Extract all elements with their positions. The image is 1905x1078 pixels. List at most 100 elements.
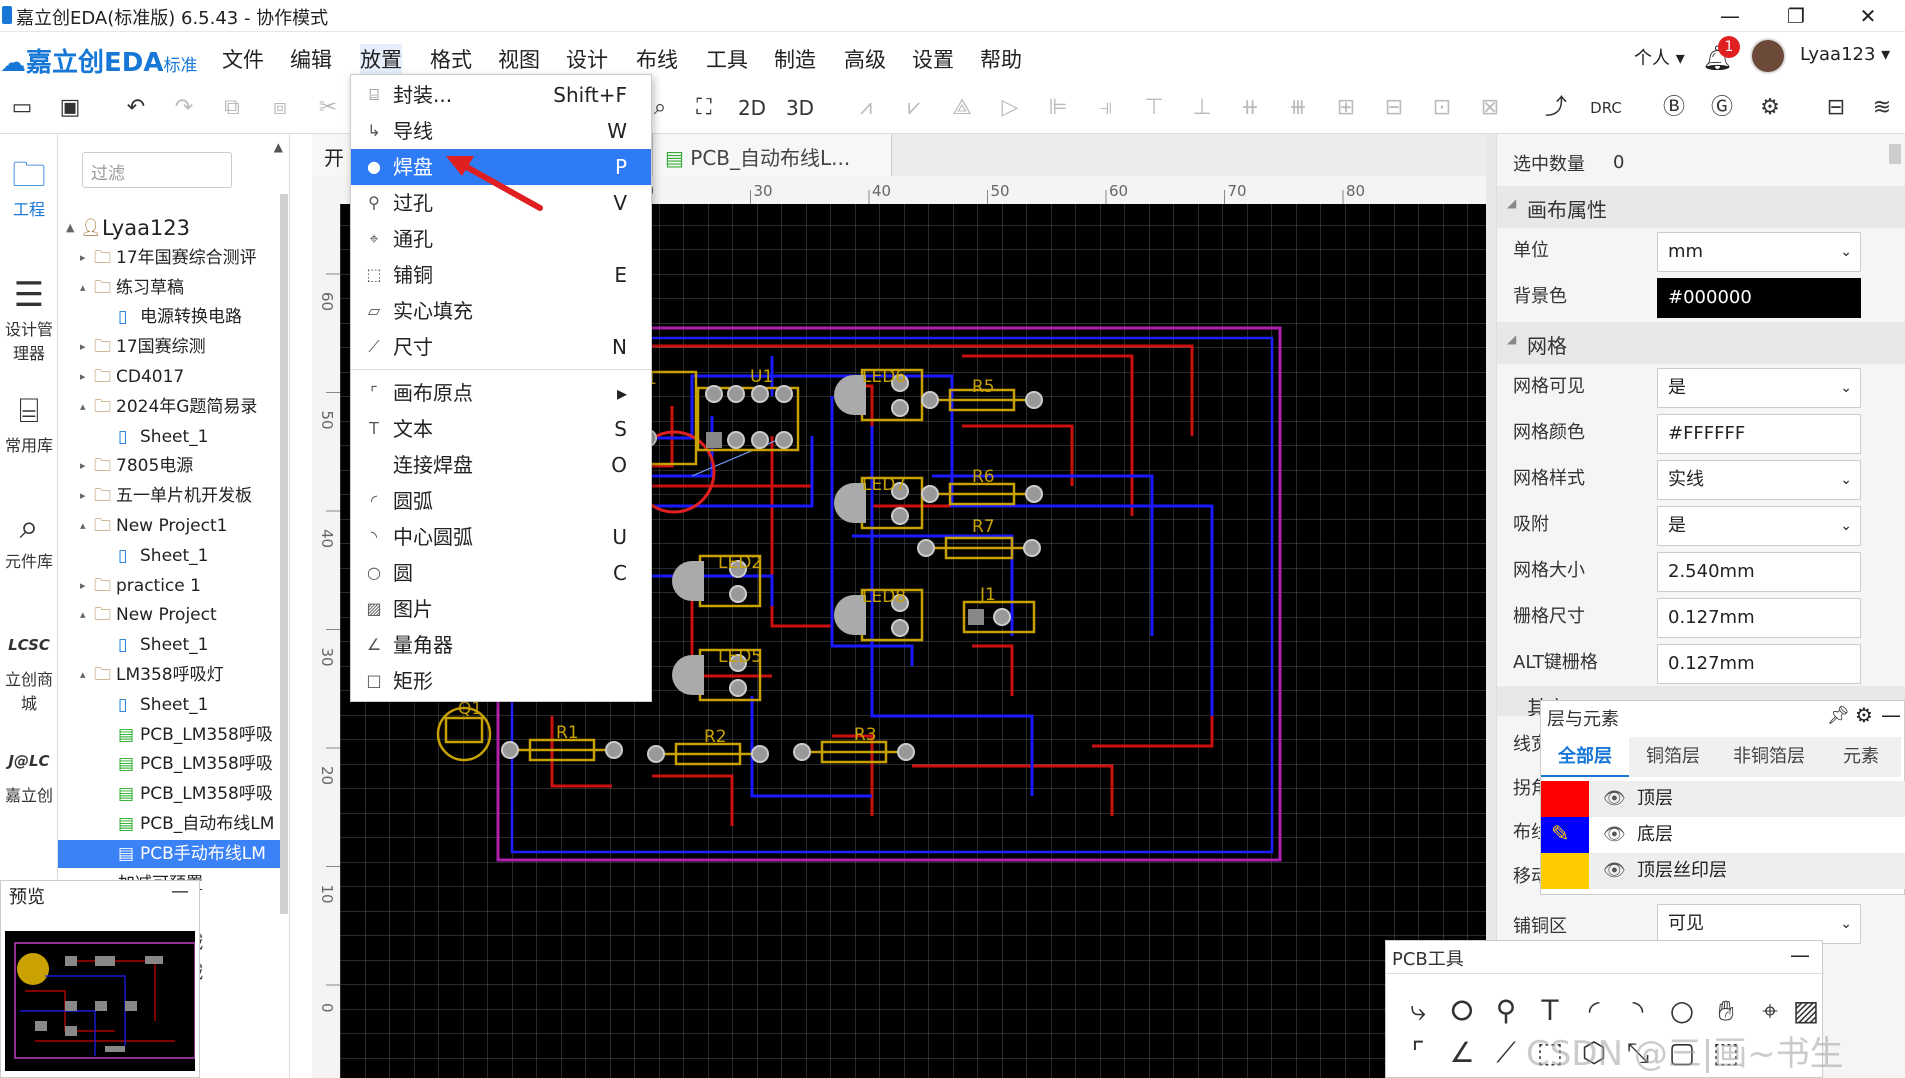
align-vcenter-icon[interactable]: ⧻ xyxy=(1282,92,1314,124)
sidebar-item-0[interactable]: 🗀︎ 工程 xyxy=(0,154,58,220)
expand-arrow-icon[interactable]: ▴ xyxy=(80,661,86,689)
menu-item-16[interactable]: □ 矩形 xyxy=(351,663,651,699)
menu-item-6[interactable]: ▱ 实心填充 xyxy=(351,293,651,329)
tab-copper-layers[interactable]: 铜箔层 xyxy=(1629,737,1717,777)
layers-minimize-button[interactable]: — xyxy=(1881,703,1901,727)
pad[interactable] xyxy=(921,485,939,503)
open-folder-icon[interactable]: ▭ xyxy=(6,92,38,124)
gerber-icon[interactable]: Ⓖ xyxy=(1706,92,1738,124)
menu-item-7[interactable]: ⟋ 尺寸 N xyxy=(351,329,651,365)
layer-row[interactable]: ✎ 👁︎ 底层 xyxy=(1541,817,1905,853)
maximize-button[interactable]: ❐ xyxy=(1766,2,1826,30)
menu-10[interactable]: 设置 xyxy=(912,44,954,74)
tree-node[interactable]: ▸ 🗀︎ practice 1 xyxy=(58,572,286,600)
menu-item-10[interactable]: 连接焊盘 O xyxy=(351,447,651,483)
pad[interactable] xyxy=(891,399,909,417)
pad[interactable] xyxy=(793,743,811,761)
tree-node[interactable]: ▯ Sheet_1 xyxy=(58,631,286,659)
expand-arrow-icon[interactable]: ▸ xyxy=(80,572,86,600)
tree-node[interactable]: ▤ PCB_LM358呼吸 xyxy=(58,750,286,778)
save-icon[interactable]: ▣ xyxy=(54,92,86,124)
sidebar-item-5[interactable]: J@LC 嘉立创 xyxy=(0,740,58,806)
tree-node[interactable]: ▸ 🗀︎ 五一单片机开发板 xyxy=(58,482,286,510)
close-button[interactable]: ✕ xyxy=(1838,2,1898,30)
bom-icon[interactable]: Ⓑ xyxy=(1658,92,1690,124)
align-top-icon[interactable]: ⊤ xyxy=(1138,92,1170,124)
menu-item-13[interactable]: ○ 圆 C xyxy=(351,555,651,591)
sidebar-item-3[interactable]: ⌕ 元件库 xyxy=(0,506,58,572)
tree-node[interactable]: ▴ 🗀︎ LM358呼吸灯 xyxy=(58,661,286,689)
expand-arrow-icon[interactable]: ▴ xyxy=(80,512,86,540)
canvas-props-header[interactable]: ◢ 画布属性 xyxy=(1497,186,1905,228)
pad[interactable] xyxy=(751,431,769,449)
eye-icon[interactable]: 👁︎ xyxy=(1603,817,1626,853)
align-grid-icon[interactable]: ⊡ xyxy=(1426,92,1458,124)
menu-item-15[interactable]: ∠ 量角器 xyxy=(351,627,651,663)
expand-arrow-icon[interactable]: ▴ xyxy=(80,601,86,629)
panel-scrollbar[interactable] xyxy=(1889,144,1901,164)
settings-doc-icon[interactable]: ⚙ xyxy=(1754,92,1786,124)
pad[interactable] xyxy=(968,609,984,625)
menu-9[interactable]: 高级 xyxy=(844,44,886,74)
wire-tool-icon[interactable]: ⤷ xyxy=(1398,991,1438,1031)
pad[interactable] xyxy=(775,431,793,449)
undo-icon[interactable]: ↶ xyxy=(120,92,152,124)
menu-item-4[interactable]: ⌖ 通孔 xyxy=(351,221,651,257)
pad[interactable] xyxy=(605,741,623,759)
tab-start[interactable]: 开 xyxy=(312,134,352,176)
drc-button[interactable]: DRC xyxy=(1584,92,1628,124)
personal-menu[interactable]: 个人 ▾ xyxy=(1634,44,1685,70)
menu-item-5[interactable]: ⬚ 铺铜 E xyxy=(351,257,651,293)
menu-item-11[interactable]: ◜ 圆弧 xyxy=(351,483,651,519)
tree-scrollbar[interactable] xyxy=(280,194,288,914)
preview-thumbnail[interactable] xyxy=(5,931,195,1071)
eye-icon[interactable]: 👁︎ xyxy=(1603,853,1626,889)
pad[interactable] xyxy=(647,745,665,763)
menu-8[interactable]: 制造 xyxy=(774,44,816,74)
menu-4[interactable]: 视图 xyxy=(498,44,540,74)
expand-arrow-icon[interactable]: ▴ xyxy=(80,393,86,421)
pad[interactable] xyxy=(891,507,909,525)
menu-6[interactable]: 布线 xyxy=(636,44,678,74)
align-hcenter-icon[interactable]: ⧺ xyxy=(1234,92,1266,124)
cut-icon[interactable]: ✂ xyxy=(312,92,344,124)
snap-select[interactable]: 是 ⌄ xyxy=(1657,506,1861,546)
layer-row[interactable]: 👁︎ 顶层丝印层 xyxy=(1541,853,1905,889)
arc-tool-icon[interactable]: ◜ xyxy=(1574,991,1614,1031)
alt-grid-input[interactable]: 0.127mm xyxy=(1657,644,1861,684)
sidebar-item-2[interactable]: ⌸ 常用库 xyxy=(0,390,58,456)
grid-color-input[interactable]: #FFFFFF xyxy=(1657,414,1861,454)
tree-node[interactable]: ▴ 🗀︎ New Project xyxy=(58,601,286,629)
username-menu[interactable]: Lyaa123 ▾ xyxy=(1800,44,1890,65)
filter-input[interactable]: 过滤 xyxy=(82,152,232,188)
pad[interactable] xyxy=(921,391,939,409)
sidebar-item-1[interactable]: ☰ 设计管理器 xyxy=(0,274,58,364)
preview-minimize-button[interactable]: — xyxy=(171,881,189,902)
pad[interactable] xyxy=(751,745,769,763)
dimension-tool-icon[interactable]: ⟋ xyxy=(1486,1033,1526,1073)
tree-node[interactable]: ▴ 🗀︎ New Project1 xyxy=(58,512,286,540)
expand-arrow-icon[interactable]: ▸ xyxy=(80,363,86,391)
route-icon[interactable]: ⤴ xyxy=(1540,92,1572,124)
tree-node[interactable]: ▤ PCB_LM358呼吸 xyxy=(58,780,286,808)
right-splitter[interactable] xyxy=(1486,134,1496,1078)
avatar[interactable] xyxy=(1750,38,1786,74)
pad[interactable] xyxy=(751,385,769,403)
scroll-up-icon[interactable]: ▲ xyxy=(274,140,283,154)
menu-2[interactable]: 放置 xyxy=(360,44,402,74)
expand-arrow-icon[interactable]: ▸ xyxy=(80,482,86,510)
pcb-tools-minimize-button[interactable]: — xyxy=(1790,943,1810,967)
align-icon-2[interactable]: ⩗ xyxy=(898,92,930,124)
sidebar-item-4[interactable]: LCSC 立创商城 xyxy=(0,624,58,714)
gear-icon[interactable]: ⚙ xyxy=(1855,703,1873,727)
tree-node[interactable]: ▯ Sheet_1 xyxy=(58,423,286,451)
tree-node[interactable]: ▤ PCB手动布线LM xyxy=(58,839,286,868)
unit-select[interactable]: mm ⌄ xyxy=(1657,232,1861,272)
grid-section-header[interactable]: ◢ 网格 xyxy=(1497,322,1905,364)
menu-0[interactable]: 文件 xyxy=(222,44,264,74)
distribute-v-icon[interactable]: ⊟ xyxy=(1378,92,1410,124)
expand-arrow-icon[interactable]: ▴ xyxy=(80,274,86,302)
protractor-tool-icon[interactable]: ∠ xyxy=(1442,1033,1482,1073)
origin-tool-icon[interactable]: ⌜ xyxy=(1398,1033,1438,1073)
hole-tool-icon[interactable]: ⌖ xyxy=(1750,991,1790,1031)
